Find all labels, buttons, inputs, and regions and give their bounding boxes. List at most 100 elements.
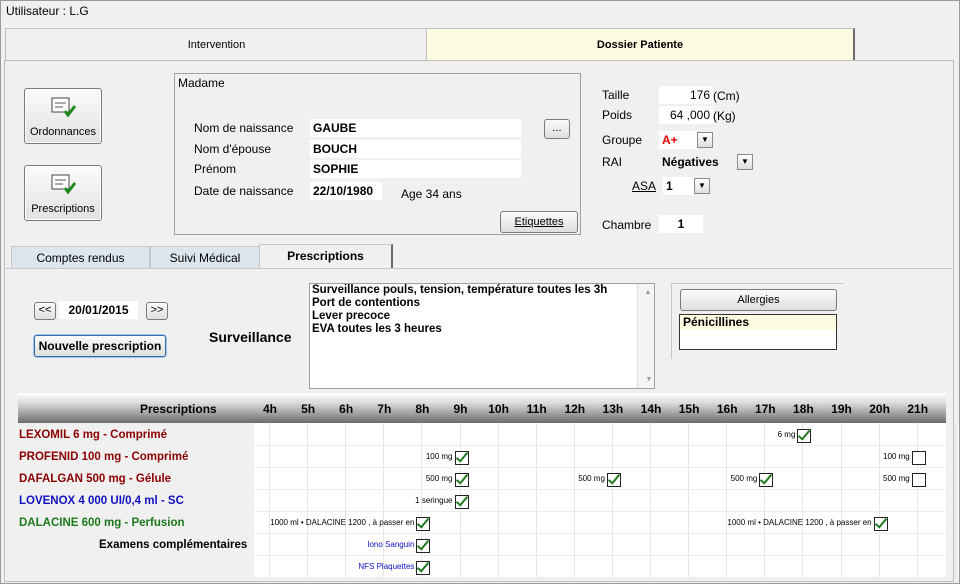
chevron-down-icon[interactable]: ▼ bbox=[694, 178, 710, 194]
ordonnances-button[interactable]: Ordonnances bbox=[24, 88, 102, 144]
tab-dossier-patiente[interactable]: Dossier Patiente bbox=[426, 28, 855, 61]
administration-checkbox[interactable] bbox=[416, 539, 431, 553]
scroll-down-icon[interactable]: ▼ bbox=[640, 373, 656, 386]
prescription-row-label[interactable]: Examens complémentaires bbox=[99, 539, 247, 551]
hour-label: 7h bbox=[377, 402, 392, 416]
dose-label: NFS Plaquettes bbox=[358, 562, 415, 571]
nom-epouse-field[interactable]: BOUCH bbox=[310, 140, 521, 158]
surveillance-line: Port de contentions bbox=[312, 297, 420, 309]
hour-label: 10h bbox=[488, 402, 509, 416]
ddn-field[interactable]: 22/10/1980 bbox=[310, 182, 382, 200]
age-label: Age 34 ans bbox=[401, 187, 462, 201]
grid-vline bbox=[878, 423, 880, 577]
administration-checkbox[interactable] bbox=[911, 473, 926, 487]
nouvelle-prescription-button[interactable]: Nouvelle prescription bbox=[34, 335, 166, 357]
prescription-row-label[interactable]: DAFALGAN 500 mg - Gélule bbox=[19, 473, 171, 485]
surveillance-label: Surveillance bbox=[209, 329, 292, 345]
tab-comptes-rendus[interactable]: Comptes rendus bbox=[11, 246, 150, 269]
dose-label: 1000 ml • DALACINE 1200 , à passer en bbox=[727, 518, 872, 527]
grid-hline bbox=[254, 511, 946, 512]
rai-select[interactable]: Négatives bbox=[659, 153, 736, 171]
prenom-field[interactable]: SOPHIE bbox=[310, 160, 521, 178]
tab-prescriptions[interactable]: Prescriptions bbox=[259, 244, 393, 269]
prescription-row-label[interactable]: DALACINE 600 mg - Perfusion bbox=[19, 517, 185, 529]
ddn-label: Date de naissance bbox=[194, 184, 294, 198]
allergy-item[interactable]: Pénicillines bbox=[680, 315, 836, 330]
etiquettes-label: Etiquettes bbox=[514, 216, 564, 228]
date-field[interactable]: 20/01/2015 bbox=[59, 301, 138, 319]
prenom-label: Prénom bbox=[194, 162, 237, 176]
prescription-row-label[interactable]: LEXOMIL 6 mg - Comprimé bbox=[19, 429, 167, 441]
hour-label: 20h bbox=[869, 402, 890, 416]
vertical-scrollbar[interactable]: ▲ ▼ bbox=[637, 284, 654, 388]
tab-intervention[interactable]: Intervention bbox=[5, 28, 428, 61]
grid-vline bbox=[611, 423, 613, 577]
grid-vline bbox=[307, 423, 309, 577]
dose-label: 500 mg bbox=[578, 474, 605, 483]
hour-label: 4h bbox=[262, 402, 277, 416]
grid-vline bbox=[916, 423, 918, 577]
grid-hline bbox=[254, 467, 946, 468]
administration-checkbox[interactable] bbox=[606, 473, 621, 487]
document-check-icon bbox=[51, 97, 77, 118]
next-date-button[interactable]: >> bbox=[146, 302, 168, 320]
groupe-select[interactable]: A+ bbox=[659, 131, 698, 149]
chambre-field[interactable]: 1 bbox=[659, 215, 703, 233]
asa-select[interactable]: 1 bbox=[663, 177, 694, 195]
surveillance-textarea[interactable]: Surveillance pouls, tension, température… bbox=[309, 283, 655, 389]
hour-label: 19h bbox=[831, 402, 852, 416]
allergies-divider-left bbox=[671, 283, 672, 359]
surveillance-line: Surveillance pouls, tension, température… bbox=[312, 284, 608, 296]
nom-naissance-field[interactable]: GAUBE bbox=[310, 119, 521, 137]
hour-label: 15h bbox=[678, 402, 700, 416]
hour-label: 14h bbox=[640, 402, 662, 416]
prescription-row-label[interactable]: PROFENID 100 mg - Comprimé bbox=[19, 451, 188, 463]
hour-label: 5h bbox=[301, 402, 316, 416]
surveillance-line: EVA toutes les 3 heures bbox=[312, 323, 442, 335]
hour-label: 6h bbox=[339, 402, 354, 416]
groupe-label: Groupe bbox=[602, 133, 643, 147]
civilite: Madame bbox=[178, 76, 225, 90]
administration-checkbox[interactable] bbox=[454, 451, 469, 465]
hour-label: 9h bbox=[453, 402, 468, 416]
grid-vline bbox=[383, 423, 385, 577]
administration-checkbox[interactable] bbox=[454, 473, 469, 487]
prescriptions-button[interactable]: Prescriptions bbox=[24, 165, 102, 221]
taille-label: Taille bbox=[602, 88, 630, 102]
tab-suivi-medical[interactable]: Suivi Médical bbox=[150, 246, 260, 269]
hour-label: 16h bbox=[716, 402, 738, 416]
hour-label: 18h bbox=[793, 402, 814, 416]
grid-hline bbox=[254, 489, 946, 490]
etiquettes-button[interactable]: Etiquettes bbox=[500, 211, 578, 233]
dose-label: Iono Sanguin bbox=[367, 540, 415, 549]
grid-vline bbox=[573, 423, 575, 577]
grid-vline bbox=[345, 423, 347, 577]
ellipsis-button[interactable]: ... bbox=[544, 119, 570, 139]
dose-label: 1000 ml • DALACINE 1200 , à passer en bbox=[270, 518, 415, 527]
hour-label: 17h bbox=[754, 402, 776, 416]
grid-hline bbox=[254, 533, 946, 534]
prev-date-button[interactable]: << bbox=[34, 302, 56, 320]
administration-checkbox[interactable] bbox=[416, 561, 431, 575]
administration-checkbox[interactable] bbox=[797, 429, 812, 443]
chevron-down-icon[interactable]: ▼ bbox=[737, 154, 753, 170]
poids-field[interactable]: 64 ,000 bbox=[659, 106, 713, 124]
chambre-label: Chambre bbox=[602, 218, 652, 232]
allergies-button[interactable]: Allergies bbox=[680, 289, 837, 311]
administration-checkbox[interactable] bbox=[911, 451, 926, 465]
dose-label: 100 mg bbox=[425, 452, 453, 461]
dose-label: 6 mg bbox=[777, 430, 796, 439]
hour-label: 21h bbox=[907, 402, 929, 416]
prescription-row-label[interactable]: LOVENOX 4 000 UI/0,4 ml - SC bbox=[19, 495, 184, 507]
administration-checkbox[interactable] bbox=[759, 473, 774, 487]
administration-checkbox[interactable] bbox=[454, 495, 469, 509]
administration-checkbox[interactable] bbox=[416, 517, 431, 531]
taille-field[interactable]: 176 bbox=[659, 86, 713, 104]
grid-hline bbox=[254, 577, 946, 578]
scroll-up-icon[interactable]: ▲ bbox=[640, 286, 654, 299]
administration-checkbox[interactable] bbox=[873, 517, 888, 531]
chevron-down-icon[interactable]: ▼ bbox=[697, 132, 713, 148]
hour-label: 8h bbox=[415, 402, 430, 416]
grid-header-label: Prescriptions bbox=[140, 402, 217, 416]
grid-vline bbox=[726, 423, 728, 577]
